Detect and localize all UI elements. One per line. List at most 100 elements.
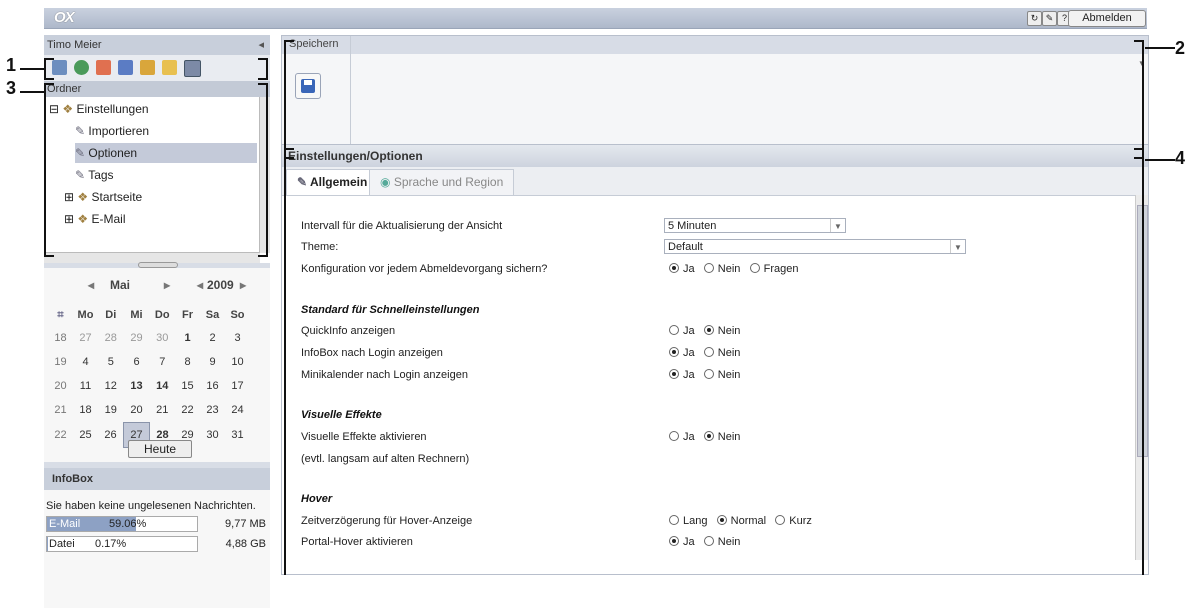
calendar-day[interactable]: 5	[98, 350, 124, 374]
tab-allgemein[interactable]: ✎ Allgemein	[286, 169, 379, 195]
calendar-day[interactable]: 29	[124, 326, 150, 350]
calendar-day[interactable]: 12	[98, 374, 124, 398]
expand-toggle-icon[interactable]: ⊞	[64, 212, 74, 226]
logout-button[interactable]: Abmelden	[1068, 10, 1146, 27]
calendar-day[interactable]: 21	[150, 398, 176, 423]
calendar-day[interactable]: 22	[175, 398, 200, 423]
tab-label: Allgemein	[309, 175, 368, 189]
radio-ja[interactable]	[669, 431, 679, 441]
calendar-day[interactable]: 11	[73, 374, 98, 398]
calendar-day[interactable]: 24	[225, 398, 250, 423]
infobox-title: InfoBox	[44, 468, 270, 490]
radio-nein[interactable]	[703, 369, 714, 379]
radio-ja[interactable]	[669, 536, 679, 546]
infostore-icon[interactable]	[162, 60, 177, 75]
calendar-day[interactable]: 6	[124, 350, 150, 374]
calendar-day[interactable]: 14	[150, 374, 176, 398]
theme-label: Theme:	[301, 241, 339, 253]
calendar-day[interactable]: 3	[225, 326, 250, 350]
settings-icon[interactable]	[184, 60, 201, 77]
week-number[interactable]: 18	[48, 326, 73, 350]
tree-item-label: Tags	[88, 168, 114, 182]
radio-lang[interactable]	[669, 515, 679, 525]
quota-label: E-Mail	[49, 518, 81, 530]
next-year-icon[interactable]: ▸	[240, 278, 246, 292]
callout-3: 3	[6, 78, 17, 98]
backup-label: Konfiguration vor jedem Abmeldevorgang s…	[301, 263, 548, 275]
calendar-day[interactable]: 23	[200, 398, 225, 423]
interval-value: 5 Minuten	[668, 220, 717, 232]
mail-icon[interactable]	[74, 60, 89, 75]
tree-item-tags[interactable]: ✎ Tags	[75, 165, 114, 185]
weekday-header: Mi	[130, 309, 143, 321]
radio-nein[interactable]	[703, 325, 714, 335]
calendar-day[interactable]: 9	[200, 350, 225, 374]
calendar-day[interactable]: 16	[200, 374, 225, 398]
today-button[interactable]: Heute	[128, 440, 192, 458]
calendar-day[interactable]: 10	[225, 350, 250, 374]
refresh-icon[interactable]: ↻	[1027, 11, 1042, 26]
calendar-day[interactable]: 28	[98, 326, 124, 350]
quickinfo-radio-group: Ja Nein	[669, 325, 740, 337]
collapse-icon[interactable]: ◂	[258, 35, 264, 55]
folder-header: Ordner	[44, 81, 270, 97]
radio-ja[interactable]	[669, 369, 679, 379]
tree-item-startseite[interactable]: ⊞ ❖ Startseite	[64, 187, 142, 207]
year-label: 2009	[207, 278, 234, 292]
week-number[interactable]: 20	[48, 374, 73, 398]
calendar-grid: ⌗ Mo Di Mi Do Fr Sa So 18 27 28 29 30 1 2 3 19 4 5 6 7 8 9 10 2…	[48, 304, 251, 448]
calendar-day[interactable]: 26	[98, 423, 124, 448]
calendar-day[interactable]: 17	[225, 374, 250, 398]
radio-fragen[interactable]	[749, 263, 760, 273]
tree-item-email[interactable]: ⊞ ❖ E-Mail	[64, 209, 126, 229]
calendar-day[interactable]: 30	[200, 423, 225, 448]
contacts-icon[interactable]	[118, 60, 133, 75]
calendar-day[interactable]: 18	[73, 398, 98, 423]
prev-month-icon[interactable]: ◂	[88, 278, 94, 292]
radio-ja[interactable]	[669, 347, 679, 357]
tree-item-importieren[interactable]: ✎ Importieren	[75, 121, 149, 141]
home-icon[interactable]	[52, 60, 67, 75]
tree-item-einstellungen[interactable]: ⊟ ❖ Einstellungen	[49, 99, 149, 119]
radio-normal[interactable]	[716, 515, 727, 525]
prev-year-icon[interactable]: ◂	[197, 278, 203, 292]
week-number[interactable]: 21	[48, 398, 73, 423]
week-number[interactable]: 22	[48, 423, 73, 448]
week-number[interactable]: 19	[48, 350, 73, 374]
theme-select[interactable]: Default ▼	[664, 239, 966, 254]
wrench-icon: ✎	[75, 168, 86, 182]
radio-kurz[interactable]	[775, 515, 786, 525]
calendar-day[interactable]: 20	[124, 398, 150, 423]
save-button[interactable]	[295, 73, 321, 99]
splitter-handle[interactable]	[138, 262, 178, 268]
calendar-day[interactable]: 25	[73, 423, 98, 448]
radio-ja[interactable]	[669, 325, 679, 335]
calendar-day[interactable]: 31	[225, 423, 250, 448]
calendar-day[interactable]: 7	[150, 350, 176, 374]
radio-nein[interactable]	[703, 431, 714, 441]
calendar-day[interactable]: 27	[73, 326, 98, 350]
calendar-day[interactable]: 8	[175, 350, 200, 374]
tasks-icon[interactable]	[140, 60, 155, 75]
radio-ja[interactable]	[669, 263, 679, 273]
tools-icon[interactable]: ✎	[1042, 11, 1057, 26]
expand-toggle-icon[interactable]: ⊞	[64, 190, 74, 204]
interval-select[interactable]: 5 Minuten ▼	[664, 218, 846, 233]
calendar-day[interactable]: 2	[200, 326, 225, 350]
month-label: Mai	[110, 278, 131, 292]
calendar-day[interactable]: 4	[73, 350, 98, 374]
calendar-day[interactable]: 30	[150, 326, 176, 350]
radio-nein[interactable]	[703, 536, 714, 546]
tree-item-optionen[interactable]: ✎ Optionen	[75, 143, 257, 163]
radio-nein[interactable]	[703, 263, 714, 273]
tab-sprache-region[interactable]: ◉ Sprache und Region	[369, 169, 515, 195]
tree-item-label: Importieren	[88, 124, 150, 138]
calendar-icon[interactable]	[96, 60, 111, 75]
calendar-day[interactable]: 15	[175, 374, 200, 398]
calendar-day[interactable]: 13	[124, 374, 150, 398]
next-month-icon[interactable]: ▸	[164, 278, 170, 292]
radio-nein[interactable]	[703, 347, 714, 357]
calendar-day[interactable]: 1	[175, 326, 200, 350]
week-toggle-icon[interactable]: ⌗	[48, 304, 73, 326]
calendar-day[interactable]: 19	[98, 398, 124, 423]
